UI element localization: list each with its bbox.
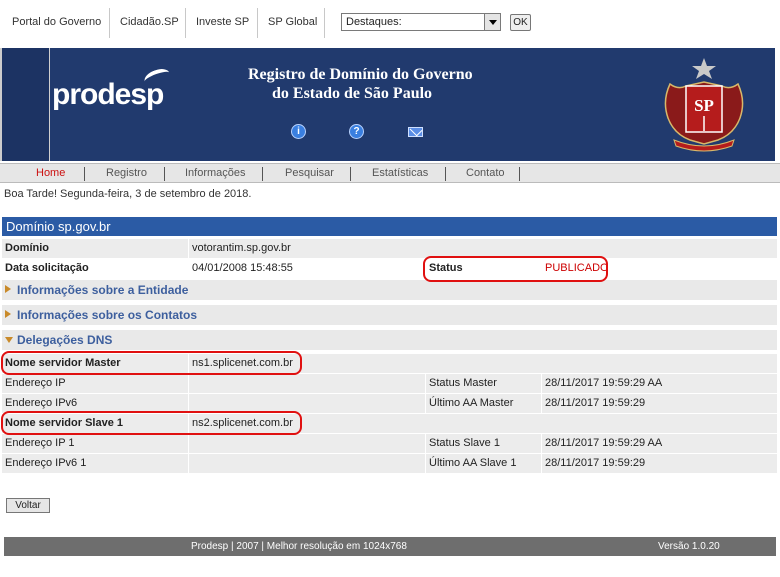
info-icon[interactable]: i — [291, 124, 306, 139]
destaques-selected-value: Destaques: — [346, 16, 402, 28]
nav-contato[interactable]: Contato — [466, 167, 505, 179]
voltar-button[interactable]: Voltar — [6, 498, 50, 513]
nav-divider — [445, 167, 446, 181]
nav-divider — [519, 167, 520, 181]
ipv6-label: Endereço IPv6 — [5, 397, 78, 409]
link-portal-do-governo[interactable]: Portal do Governo — [12, 16, 101, 28]
accordion-contatos-label: Informações sobre os Contatos — [17, 308, 198, 322]
data-solicitacao-value: 04/01/2008 15:48:55 — [192, 262, 293, 274]
header-banner: prodesp Registro de Domínio do Governo d… — [0, 48, 775, 161]
cell-divider — [188, 454, 189, 473]
data-solicitacao-label: Data solicitação — [5, 262, 89, 274]
cell-divider — [425, 374, 426, 393]
cell-divider — [541, 454, 542, 473]
ultimo-master-label: Último AA Master — [429, 397, 514, 409]
cell-divider — [425, 394, 426, 413]
divider — [324, 8, 325, 38]
ok-button[interactable]: OK — [510, 14, 531, 31]
divider — [257, 8, 258, 38]
status-highlight-box — [423, 256, 608, 282]
dominio-value: votorantim.sp.gov.br — [192, 242, 291, 254]
nav-divider — [84, 167, 85, 181]
status-master-value: 28/11/2017 19:59:29 AA — [545, 377, 663, 389]
slave-highlight-box — [1, 411, 302, 435]
accordion-dns-label: Delegações DNS — [17, 333, 113, 347]
nav-registro[interactable]: Registro — [106, 167, 147, 179]
nav-divider — [164, 167, 165, 181]
link-cidadao-sp[interactable]: Cidadão.SP — [120, 16, 179, 28]
accordion-entidade-label: Informações sobre a Entidade — [17, 283, 189, 297]
accordion-dns[interactable]: Delegações DNS — [2, 330, 777, 350]
cell-divider — [188, 239, 189, 258]
cell-divider — [541, 374, 542, 393]
section-header: Domínio sp.gov.br — [2, 217, 777, 236]
nav-divider — [350, 167, 351, 181]
accordion-entidade[interactable]: Informações sobre a Entidade — [2, 280, 777, 300]
nav-informacoes[interactable]: Informações — [185, 167, 246, 179]
ultimo-slave-label: Último AA Slave 1 — [429, 457, 517, 469]
greeting-date: Boa Tarde! Segunda-feira, 3 de setembro … — [4, 188, 252, 200]
nav-pesquisar[interactable]: Pesquisar — [285, 167, 334, 179]
cell-divider — [188, 374, 189, 393]
main-navigation: Home Registro Informações Pesquisar Esta… — [0, 163, 780, 183]
ip-label: Endereço IP — [5, 377, 66, 389]
divider — [185, 8, 186, 38]
row-data-solicitacao: Data solicitação 04/01/2008 15:48:55 Sta… — [2, 259, 777, 278]
link-sp-global[interactable]: SP Global — [268, 16, 317, 28]
divider — [109, 8, 110, 38]
ultimo-master-value: 28/11/2017 19:59:29 — [545, 397, 646, 409]
footer: Prodesp | 2007 | Melhor resolução em 102… — [4, 537, 776, 556]
government-top-bar: Portal do Governo Cidadão.SP Investe SP … — [0, 0, 780, 46]
cell-divider — [425, 454, 426, 473]
seal-letters: SP — [694, 96, 714, 115]
ipv61-label: Endereço IPv6 1 — [5, 457, 87, 469]
triangle-right-icon — [5, 310, 11, 318]
status-master-label: Status Master — [429, 377, 497, 389]
cell-divider — [541, 394, 542, 413]
banner-left-strip — [2, 48, 50, 161]
chevron-down-icon[interactable] — [484, 14, 500, 30]
triangle-right-icon — [5, 285, 11, 293]
help-icon[interactable]: ? — [349, 124, 364, 139]
cell-divider — [425, 434, 426, 453]
row-endereco-ipv61: Endereço IPv6 1 Último AA Slave 1 28/11/… — [2, 454, 777, 473]
destaques-select[interactable]: Destaques: — [341, 13, 501, 31]
cell-divider — [541, 434, 542, 453]
master-highlight-box — [1, 351, 302, 375]
sp-coat-of-arms-seal: SP — [664, 58, 744, 152]
banner-title-line1: Registro de Domínio do Governo — [248, 66, 473, 83]
banner-title-line2: do Estado de São Paulo — [272, 85, 433, 102]
ultimo-slave-value: 28/11/2017 19:59:29 — [545, 457, 646, 469]
cell-divider — [188, 434, 189, 453]
nav-divider — [262, 167, 263, 181]
nav-home[interactable]: Home — [36, 167, 65, 179]
row-dominio: Domínio votorantim.sp.gov.br — [2, 239, 777, 258]
status-slave-value: 28/11/2017 19:59:29 AA — [545, 437, 663, 449]
dominio-label: Domínio — [5, 242, 49, 254]
row-endereco-ip: Endereço IP Status Master 28/11/2017 19:… — [2, 374, 777, 393]
accordion-contatos[interactable]: Informações sobre os Contatos — [2, 305, 777, 325]
status-slave-label: Status Slave 1 — [429, 437, 500, 449]
nav-estatisticas[interactable]: Estatísticas — [372, 167, 428, 179]
footer-version: Versão 1.0.20 — [658, 541, 720, 552]
triangle-down-icon — [5, 337, 13, 343]
mail-icon[interactable] — [408, 127, 423, 137]
footer-text: Prodesp | 2007 | Melhor resolução em 102… — [191, 541, 407, 552]
ip1-label: Endereço IP 1 — [5, 437, 75, 449]
prodesp-logo[interactable]: prodesp — [52, 65, 172, 112]
row-endereco-ip1: Endereço IP 1 Status Slave 1 28/11/2017 … — [2, 434, 777, 453]
link-investe-sp[interactable]: Investe SP — [196, 16, 249, 28]
